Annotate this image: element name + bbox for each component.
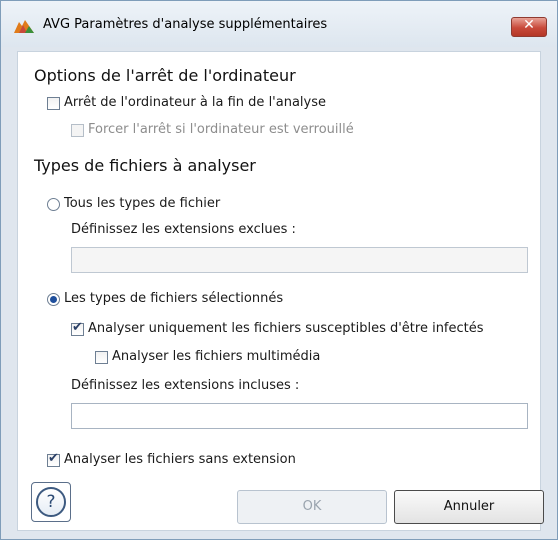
help-icon: ? (46, 492, 56, 512)
no-extension-label[interactable]: Analyser les fichiers sans extension (64, 452, 296, 467)
excluded-extensions-input[interactable] (71, 247, 528, 273)
dialog-window: AVG Paramètres d'analyse supplémentaires… (0, 0, 558, 540)
ok-button[interactable]: OK (237, 490, 387, 524)
only-infectable-label[interactable]: Analyser uniquement les fichiers suscept… (88, 321, 484, 336)
all-file-types-radio[interactable] (47, 198, 60, 211)
shutdown-after-scan-checkbox[interactable] (47, 97, 60, 110)
shutdown-after-scan-label[interactable]: Arrêt de l'ordinateur à la fin de l'anal… (64, 95, 326, 110)
help-button[interactable]: ? (36, 487, 66, 517)
selected-file-types-radio[interactable] (47, 293, 60, 306)
included-extensions-label: Définissez les extensions incluses : (71, 378, 300, 393)
selected-file-types-label[interactable]: Les types de fichiers sélectionnés (64, 291, 283, 306)
section-title-shutdown: Options de l'arrêt de l'ordinateur (34, 66, 296, 85)
avg-logo-icon (13, 17, 35, 35)
multimedia-checkbox[interactable] (95, 351, 108, 364)
included-extensions-input[interactable] (71, 403, 528, 429)
settings-panel: Options de l'arrêt de l'ordinateur Arrêt… (17, 51, 541, 531)
force-shutdown-checkbox[interactable] (71, 124, 84, 137)
excluded-extensions-label: Définissez les extensions exclues : (71, 222, 296, 237)
section-title-file-types: Types de fichiers à analyser (34, 156, 256, 175)
window-title: AVG Paramètres d'analyse supplémentaires (43, 17, 328, 32)
close-button[interactable]: ✕ (511, 17, 547, 37)
cancel-button[interactable]: Annuler (394, 490, 544, 524)
all-file-types-label[interactable]: Tous les types de fichier (64, 196, 220, 211)
close-icon: ✕ (523, 17, 535, 33)
force-shutdown-label: Forcer l'arrêt si l'ordinateur est verro… (88, 122, 354, 137)
only-infectable-checkbox[interactable] (71, 320, 84, 336)
multimedia-label[interactable]: Analyser les fichiers multimédia (112, 349, 320, 364)
no-extension-checkbox[interactable] (47, 451, 60, 467)
title-bar: AVG Paramètres d'analyse supplémentaires… (1, 1, 557, 47)
